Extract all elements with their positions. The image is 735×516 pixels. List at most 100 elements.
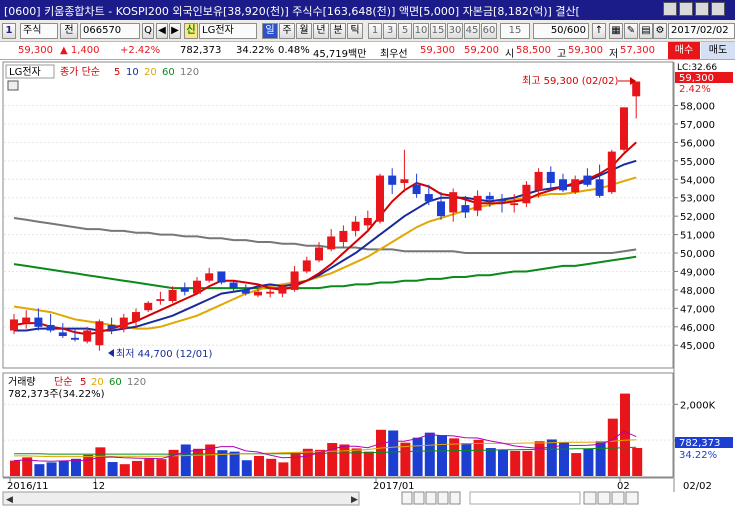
interval-45-button[interactable]: 45 (464, 23, 480, 39)
candle (363, 218, 372, 226)
volume-bar (107, 462, 118, 476)
draw-icon[interactable]: ✎ (624, 23, 638, 39)
candle (205, 273, 214, 281)
pin-icon[interactable]: ↑ (592, 23, 606, 39)
open-price: 58,500 (516, 45, 551, 56)
tab-period-week[interactable]: 주 (279, 23, 295, 39)
candle (620, 107, 628, 150)
volume-legend-ma20: 20 (91, 377, 104, 388)
nav-stop-icon[interactable] (425, 491, 437, 505)
interval-5-button[interactable]: 5 (398, 23, 412, 39)
market-all-button[interactable]: 전 (60, 23, 78, 39)
minimize-icon[interactable] (663, 2, 677, 16)
candle (302, 260, 311, 272)
scroll-left-icon[interactable]: ◀ (6, 495, 13, 505)
volume-legend-ma60: 60 (109, 377, 122, 388)
tab-period-minute[interactable]: 분 (330, 23, 346, 39)
interval-10-button[interactable]: 10 (413, 23, 429, 39)
stock-code-input[interactable]: 066570 (80, 23, 140, 39)
toolbar: 1 주식 전 066570 Q ◀ ▶ 신 LG전자 일 주 월 년 분 틱 1… (0, 20, 735, 42)
interval-1-button[interactable]: 1 (368, 23, 382, 39)
tab-period-tick[interactable]: 틱 (347, 23, 363, 39)
window-title: [0600] 키움종합차트 - KOSPI200 외국인보유[38,920(천)… (4, 5, 580, 18)
tab-period-month[interactable]: 월 (296, 23, 312, 39)
candle (58, 332, 67, 337)
chart-area[interactable]: 45,000 46,000 47,000 48,000 49,000 50,000 51,0… (0, 60, 735, 516)
candle (71, 337, 79, 340)
scroll-right-icon[interactable]: ▶ (351, 495, 358, 505)
nav-next-icon[interactable] (437, 491, 449, 505)
count-field[interactable]: 50/600 (533, 23, 589, 39)
grid-icon[interactable]: ▦ (609, 23, 623, 39)
volume-bar (461, 443, 472, 476)
zoom-in-icon[interactable] (597, 491, 611, 505)
search-icon[interactable]: Q (142, 23, 154, 39)
help-icon[interactable] (695, 2, 709, 16)
nav-first-icon[interactable] (401, 491, 413, 505)
candle (95, 321, 104, 346)
candle (351, 221, 360, 231)
candle (34, 317, 43, 327)
candle (388, 175, 397, 185)
candle (119, 317, 128, 329)
interval-15-button[interactable]: 15 (430, 23, 446, 39)
fit-icon[interactable] (611, 491, 625, 505)
price-tick-label: 48,000 (680, 286, 715, 297)
date-field[interactable]: 2017/02/02 (668, 23, 735, 39)
quote-bar: 59,300 ▲ 1,400 +2.42% 782,373 34.22% 0.4… (0, 42, 735, 60)
scroll-track[interactable] (2, 491, 360, 506)
low-label: 저 (609, 49, 619, 60)
candle (449, 192, 458, 213)
sell-button[interactable]: 매도 (701, 42, 735, 59)
interval-3-button[interactable]: 3 (383, 23, 397, 39)
market-select[interactable]: 주식 (20, 23, 58, 39)
lc-label: LC:32.66 (677, 63, 717, 73)
candle (510, 203, 519, 206)
volume-bar (595, 441, 606, 476)
candle (278, 286, 287, 294)
candle (156, 299, 165, 301)
candle (424, 194, 433, 202)
save-icon[interactable]: ▤ (639, 23, 653, 39)
zoom-out-icon[interactable] (583, 491, 597, 505)
buy-button[interactable]: 매수 (668, 42, 700, 59)
volume-bar (437, 435, 447, 476)
next-arrow-icon[interactable]: ▶ (169, 23, 181, 39)
candle (10, 319, 18, 331)
settings-icon[interactable] (625, 491, 639, 505)
volume-bar (266, 458, 277, 476)
volume-bar (34, 464, 45, 476)
volume-tick-label: 2,000K (680, 400, 716, 411)
interval-30-button[interactable]: 30 (447, 23, 463, 39)
volume-legend-ma5: 5 (80, 377, 86, 388)
zoom-slider[interactable] (469, 491, 581, 505)
tab-period-year[interactable]: 년 (313, 23, 329, 39)
volume-bar (388, 430, 399, 476)
prev-arrow-icon[interactable]: ◀ (156, 23, 168, 39)
candle (632, 81, 641, 97)
credit-badge: 신 (184, 23, 198, 39)
volume-bar (632, 447, 643, 476)
gear-icon[interactable]: ⚙ (653, 23, 667, 39)
panel-number-icon[interactable]: 1 (2, 23, 16, 39)
price-tick-label: 53,000 (680, 194, 715, 205)
candle (522, 184, 531, 204)
calculator-icon[interactable] (7, 80, 19, 91)
volume-legend-value: 782,373주(34.22%) (8, 389, 105, 400)
tab-period-day[interactable]: 일 (262, 23, 278, 39)
date-label: 2016/11 (7, 481, 49, 492)
stock-name-field: LG전자 (199, 23, 257, 39)
window-menu-icon[interactable] (711, 2, 725, 16)
interval-select[interactable]: 15 (500, 23, 530, 39)
nav-last-icon[interactable] (449, 491, 461, 505)
turnover-percent: 34.22% (236, 45, 275, 56)
volume-bar (302, 448, 313, 476)
legend-stock-name[interactable]: LG전자 (9, 66, 41, 78)
volume-bar (83, 454, 94, 476)
volume-bar (412, 437, 423, 476)
candle (485, 195, 494, 200)
interval-60-button[interactable]: 60 (481, 23, 497, 39)
nav-prev-icon[interactable] (413, 491, 425, 505)
restore-icon[interactable] (679, 2, 693, 16)
candle (437, 201, 445, 217)
